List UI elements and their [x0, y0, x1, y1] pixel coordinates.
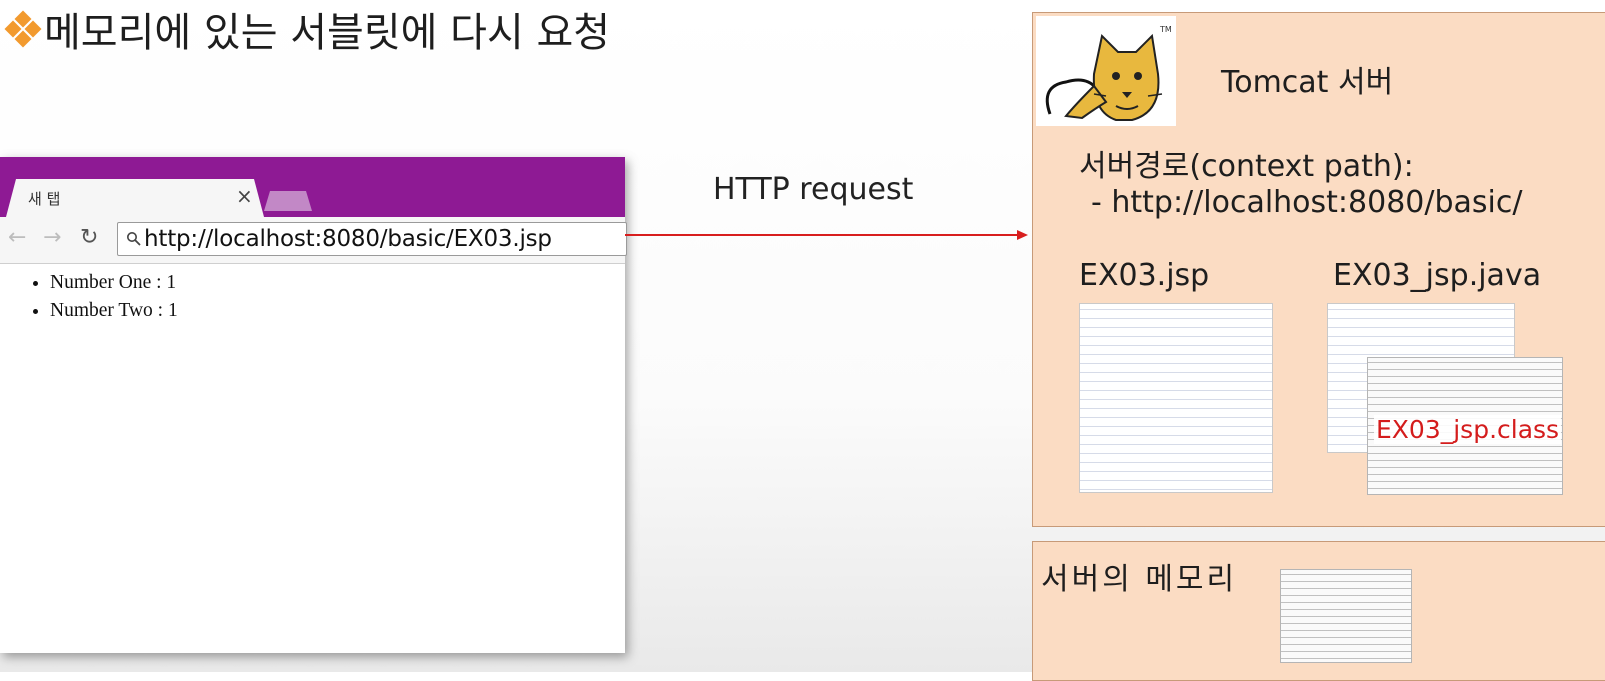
context-path-value: - http://localhost:8080/basic/ — [1091, 185, 1523, 220]
forward-arrow-icon[interactable]: → — [43, 225, 61, 250]
list-item: Number Two : 1 — [50, 297, 178, 325]
java-file-label: EX03_jsp.java — [1333, 258, 1542, 293]
server-memory-box: 서버의 메모리 — [1032, 541, 1605, 681]
browser-tab-bar: 새 탭 × — [0, 157, 625, 217]
tomcat-logo: TM — [1036, 16, 1176, 126]
trademark-text: TM — [1159, 25, 1172, 34]
jsp-code-thumbnail — [1079, 303, 1273, 493]
slide-title-text: 메모리에 있는 서블릿에 다시 요청 — [44, 10, 611, 56]
class-file-label: EX03_jsp.class — [1374, 415, 1562, 444]
browser-toolbar: ← → ↻ http://localhost:8080/basic/EX03.j… — [0, 217, 627, 264]
reload-icon[interactable]: ↻ — [80, 225, 98, 250]
memory-class-thumbnail — [1280, 569, 1412, 663]
context-path-label: 서버경로(context path): — [1079, 149, 1414, 184]
new-tab-button[interactable] — [264, 191, 312, 211]
search-icon — [127, 232, 141, 246]
list-item: Number One : 1 — [50, 269, 178, 297]
http-request-label: HTTP request — [713, 172, 914, 207]
server-memory-label: 서버의 메모리 — [1041, 562, 1238, 597]
browser-window: 새 탭 × ← → ↻ http://localhost:8080/basic/… — [0, 157, 627, 653]
back-arrow-icon[interactable]: ← — [8, 225, 26, 250]
address-bar[interactable]: http://localhost:8080/basic/EX03.jsp — [117, 222, 627, 256]
jsp-file-label: EX03.jsp — [1079, 258, 1210, 293]
tomcat-server-box: TM Tomcat 서버 서버경로(context path): - http:… — [1032, 12, 1605, 527]
page-content-list: Number One : 1 Number Two : 1 — [26, 269, 178, 325]
diamond-bullet-icon — [4, 10, 42, 48]
slide-title: 메모리에 있는 서블릿에 다시 요청 — [4, 4, 610, 56]
tab-close-icon[interactable]: × — [236, 184, 253, 208]
tab-title: 새 탭 — [28, 190, 61, 208]
server-title: Tomcat 서버 — [1221, 65, 1394, 100]
http-request-arrow — [625, 230, 1028, 240]
url-text: http://localhost:8080/basic/EX03.jsp — [144, 226, 552, 252]
